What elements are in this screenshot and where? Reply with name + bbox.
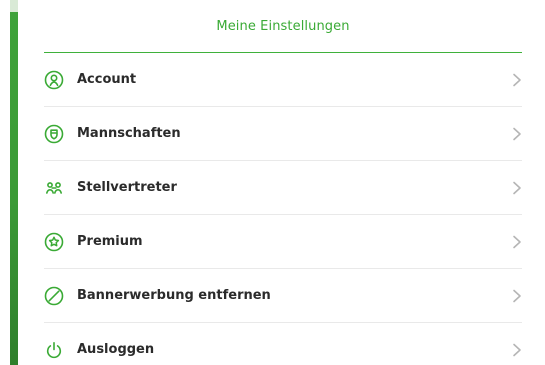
menu-item-label: Mannschaften bbox=[77, 126, 181, 141]
block-icon bbox=[44, 286, 64, 306]
chevron-right-icon bbox=[512, 127, 522, 141]
chevron-right-icon bbox=[512, 73, 522, 87]
settings-screen: Meine Einstellungen Account Mannschaften… bbox=[0, 0, 545, 365]
header: Meine Einstellungen bbox=[44, 0, 522, 53]
page-title: Meine Einstellungen bbox=[216, 18, 350, 34]
menu-item-label: Stellvertreter bbox=[77, 180, 177, 195]
menu-item-label: Premium bbox=[77, 234, 143, 249]
settings-menu: Account Mannschaften Stellvertreter Prem… bbox=[44, 53, 522, 365]
menu-item-ausloggen[interactable]: Ausloggen bbox=[44, 323, 522, 365]
menu-item-label: Bannerwerbung entfernen bbox=[77, 288, 271, 303]
power-icon bbox=[44, 340, 64, 360]
account-icon bbox=[44, 70, 64, 90]
people-icon bbox=[44, 178, 64, 198]
settings-panel: Meine Einstellungen Account Mannschaften… bbox=[44, 0, 522, 365]
left-edge-bar-top bbox=[10, 0, 18, 12]
menu-item-label: Account bbox=[77, 72, 137, 87]
menu-item-bannerwerbung-entfernen[interactable]: Bannerwerbung entfernen bbox=[44, 269, 522, 323]
chevron-right-icon bbox=[512, 289, 522, 303]
star-icon bbox=[44, 232, 64, 252]
menu-item-premium[interactable]: Premium bbox=[44, 215, 522, 269]
menu-item-account[interactable]: Account bbox=[44, 53, 522, 107]
shield-icon bbox=[44, 124, 64, 144]
menu-item-stellvertreter[interactable]: Stellvertreter bbox=[44, 161, 522, 215]
chevron-right-icon bbox=[512, 181, 522, 195]
chevron-right-icon bbox=[512, 343, 522, 357]
left-edge-bar bbox=[10, 0, 18, 365]
menu-item-label: Ausloggen bbox=[77, 342, 155, 357]
menu-item-mannschaften[interactable]: Mannschaften bbox=[44, 107, 522, 161]
chevron-right-icon bbox=[512, 235, 522, 249]
